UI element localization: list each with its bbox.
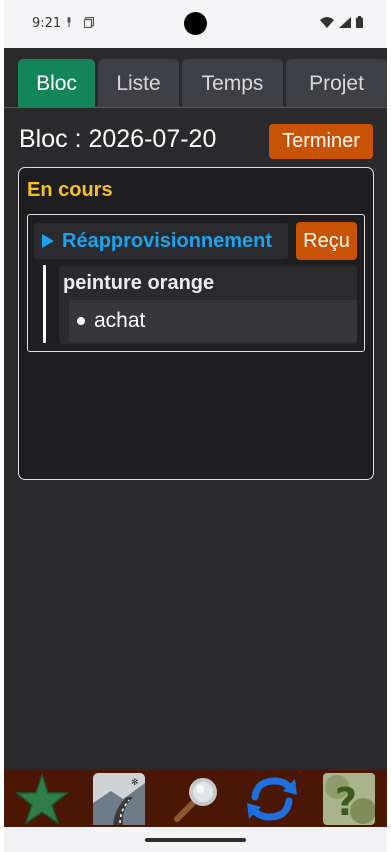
- svg-text:?: ?: [335, 780, 357, 824]
- tree-line: [43, 265, 46, 343]
- finish-button[interactable]: Terminer: [269, 124, 373, 159]
- sub-item[interactable]: achat: [69, 300, 357, 342]
- tab-projet[interactable]: Projet: [286, 59, 387, 108]
- card-title: En cours: [27, 179, 113, 201]
- list-item[interactable]: peinture orange achat: [59, 266, 357, 344]
- status-bar: 9:21: [4, 0, 387, 48]
- mic-icon: [67, 17, 71, 27]
- refresh-button[interactable]: [245, 772, 299, 826]
- help-icon: ?: [322, 772, 375, 825]
- refresh-icon: [247, 776, 298, 821]
- copy-icon: [84, 17, 94, 28]
- expand-arrow-icon: [42, 234, 54, 248]
- home-indicator[interactable]: [145, 838, 246, 842]
- in-progress-card: En cours Réapprovisionnement Reçu peintu…: [18, 167, 374, 480]
- page-title: Bloc : 2026-07-20: [19, 125, 217, 153]
- received-button[interactable]: Reçu: [296, 222, 357, 260]
- tab-divider: [4, 107, 387, 108]
- search-button[interactable]: [168, 772, 222, 826]
- magnifier-icon: [174, 777, 218, 822]
- road-button[interactable]: ✻: [92, 772, 146, 826]
- svg-text:✻: ✻: [131, 778, 139, 788]
- tab-liste[interactable]: Liste: [98, 59, 179, 108]
- group-name: Réapprovisionnement: [62, 229, 273, 252]
- battery-icon: [356, 16, 363, 28]
- item-title: peinture orange: [63, 272, 215, 294]
- bottom-toolbar: ✻ ?: [4, 770, 387, 827]
- tab-bloc[interactable]: Bloc: [18, 59, 95, 108]
- tab-bar: Bloc Liste Temps Projet: [4, 59, 387, 108]
- tab-temps[interactable]: Temps: [182, 59, 283, 108]
- bullet-icon: [77, 317, 85, 325]
- task-group: Réapprovisionnement Reçu peinture orange…: [27, 214, 365, 352]
- sub-item-label: achat: [94, 309, 146, 332]
- system-nav-bar: [4, 827, 387, 852]
- help-button[interactable]: ?: [322, 772, 376, 826]
- app-screen: 9:21 Bloc Liste Temps Projet Bloc: 2026…: [4, 0, 387, 852]
- star-icon: [16, 773, 69, 824]
- star-button[interactable]: [15, 772, 69, 826]
- signal-icon: [339, 16, 351, 28]
- road-icon: ✻: [92, 772, 145, 825]
- group-header[interactable]: Réapprovisionnement: [34, 223, 288, 259]
- camera-cutout: [184, 12, 207, 35]
- status-time: 9:21: [32, 16, 62, 31]
- wifi-icon: [320, 16, 334, 28]
